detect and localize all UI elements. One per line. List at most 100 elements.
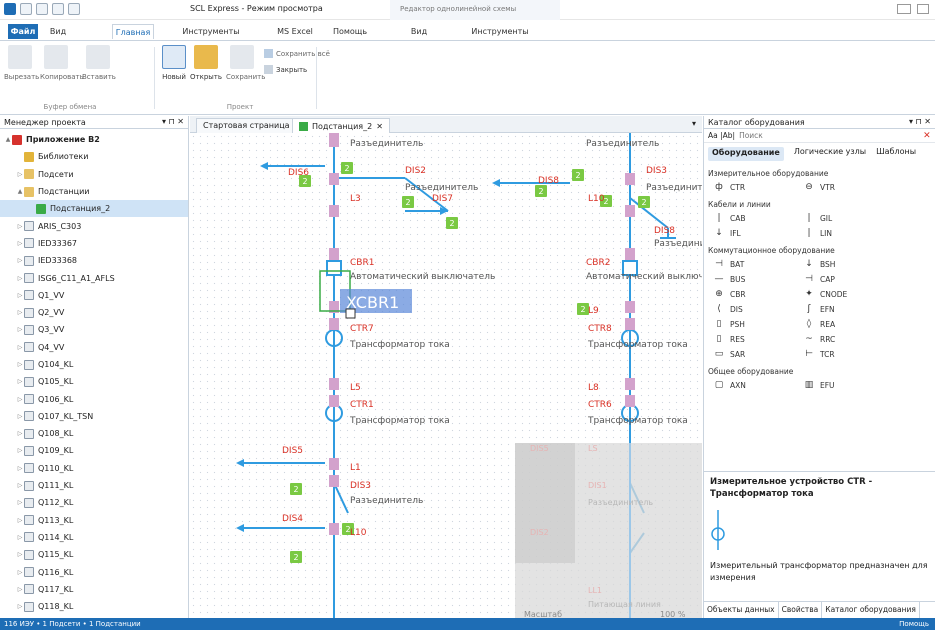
close-project-button[interactable]: Закрыть — [264, 65, 307, 74]
open-button[interactable]: Открыть — [190, 45, 222, 81]
catalog-item[interactable]: ▥ EFU — [804, 380, 894, 390]
expand-toggle-icon[interactable]: ▷ — [16, 413, 24, 420]
save-all-button[interactable]: Сохранить всё — [264, 49, 330, 58]
expand-toggle-icon[interactable]: ▷ — [16, 499, 24, 506]
expand-toggle-icon[interactable]: ▷ — [16, 517, 24, 524]
catalog-item[interactable]: ʃ EFN — [804, 304, 894, 314]
expand-toggle-icon[interactable]: ▷ — [16, 257, 24, 264]
expand-toggle-icon[interactable]: ▷ — [16, 534, 24, 541]
catalog-item[interactable]: — BUS — [714, 274, 804, 284]
tree-item[interactable]: ▷ Q109_KL — [0, 442, 188, 459]
catalog-item[interactable]: ▯ RES — [714, 334, 804, 344]
tab-file[interactable]: Файл — [8, 24, 38, 39]
catalog-item[interactable]: ⊢ TCR — [804, 349, 894, 359]
catalog-item[interactable]: ▭ SAR — [714, 349, 804, 359]
tab-excel[interactable]: MS Excel — [272, 24, 318, 39]
tree-item[interactable]: Библиотеки — [0, 148, 188, 165]
search-input[interactable] — [739, 131, 920, 140]
catalog-item[interactable]: | GIL — [804, 213, 894, 223]
tree-item[interactable]: ▷ Q1_VV — [0, 287, 188, 304]
tab-equipment-catalog[interactable]: Каталог оборудования — [822, 602, 920, 618]
expand-toggle-icon[interactable]: ▷ — [16, 378, 24, 385]
tree-item[interactable]: ▷ IED33368 — [0, 252, 188, 269]
minimize-button[interactable] — [897, 4, 911, 14]
tree-item[interactable]: ▷ Q4_VV — [0, 339, 188, 356]
tree-item[interactable]: Подстанция_2 — [0, 200, 188, 218]
tabs-menu-icon[interactable]: ▾ — [692, 119, 696, 128]
tab-tools[interactable]: Инструменты — [182, 24, 240, 39]
minimap[interactable]: DIS5 LS DIS1 Разъединитель DIS2 LL1 Пита… — [515, 443, 702, 618]
tab-templates[interactable]: Шаблоны — [876, 147, 916, 161]
tab-logical-nodes[interactable]: Логические узлы — [794, 147, 866, 161]
tree-item[interactable]: ▷ Q3_VV — [0, 321, 188, 338]
expand-toggle-icon[interactable]: ▲ — [4, 136, 12, 143]
expand-toggle-icon[interactable]: ▷ — [16, 240, 24, 247]
tree-item[interactable]: ▷ Подсети — [0, 166, 188, 183]
redo-icon[interactable] — [36, 3, 48, 15]
tree-item[interactable]: ▷ Q107_KL_TSN — [0, 408, 188, 425]
tab-view[interactable]: Вид — [44, 24, 72, 39]
catalog-item[interactable]: ⊕ CBR — [714, 289, 804, 299]
tree-item[interactable]: ▷ ISG6_C11_A1_AFLS — [0, 269, 188, 286]
tree-item[interactable]: ▷ Q105_KL — [0, 373, 188, 390]
search-options[interactable]: Aa |Ab| — [708, 131, 735, 140]
expand-toggle-icon[interactable]: ▷ — [16, 586, 24, 593]
new-button[interactable]: Новый — [158, 45, 190, 81]
cut-button[interactable]: Вырезать — [4, 45, 39, 81]
close-icon[interactable]: ✕ — [376, 120, 383, 133]
tree-item[interactable]: ▷ Q115_KL — [0, 546, 188, 563]
undo-icon[interactable] — [20, 3, 32, 15]
maximize-button[interactable] — [917, 4, 929, 14]
expand-toggle-icon[interactable]: ▷ — [16, 361, 24, 368]
paste-button[interactable]: Вставить — [82, 45, 116, 81]
expand-toggle-icon[interactable]: ▷ — [16, 482, 24, 489]
tree-item[interactable]: ▷ Q2_VV — [0, 304, 188, 321]
expand-toggle-icon[interactable]: ▷ — [16, 275, 24, 282]
expand-toggle-icon[interactable]: ▷ — [16, 551, 24, 558]
help-link[interactable]: Помощь — [899, 618, 929, 630]
tab-start-page[interactable]: Стартовая страница — [196, 118, 297, 133]
expand-toggle-icon[interactable]: ▷ — [16, 309, 24, 316]
tab-help[interactable]: Помощь — [330, 24, 370, 39]
tree-item[interactable]: ▷ Q113_KL — [0, 512, 188, 529]
tree-item[interactable]: ▷ ARIS_C303 — [0, 217, 188, 234]
save-icon[interactable] — [52, 3, 64, 15]
tree-item[interactable]: ▷ Q111_KL — [0, 477, 188, 494]
catalog-item[interactable]: ⊣ CAP — [804, 274, 894, 284]
expand-toggle-icon[interactable]: ▷ — [16, 292, 24, 299]
single-line-diagram[interactable]: 2 2 2 2 2 2 2 2 2 2 2 2 DIS6 DIS2 L3 DIS… — [190, 133, 702, 618]
tree-item[interactable]: ▷ Q117_KL — [0, 581, 188, 598]
catalog-item[interactable]: ⟨ DIS — [714, 304, 804, 314]
catalog-item[interactable]: ▯ PSH — [714, 319, 804, 329]
tab-substation[interactable]: Подстанция_2 ✕ — [292, 118, 390, 133]
catalog-item[interactable]: ✦ CNODE — [804, 289, 894, 299]
catalog-item[interactable]: | LIN — [804, 228, 894, 238]
tab-context-tools[interactable]: Инструменты — [470, 24, 530, 39]
tree-item[interactable]: ▷ Q118_KL — [0, 598, 188, 615]
expand-toggle-icon[interactable]: ▷ — [16, 569, 24, 576]
expand-toggle-icon[interactable]: ▷ — [16, 430, 24, 437]
tree-item[interactable]: ▷ Q104_KL — [0, 356, 188, 373]
tree-item[interactable]: ▲ Подстанции — [0, 183, 188, 200]
expand-toggle-icon[interactable]: ▷ — [16, 396, 24, 403]
catalog-item[interactable]: ▢ AXN — [714, 380, 804, 390]
tree-item[interactable]: ▷ Q114_KL — [0, 529, 188, 546]
tree-item[interactable]: ▷ Q108_KL — [0, 425, 188, 442]
panel-controls[interactable]: ▾ ⊓ ✕ — [162, 117, 184, 126]
panel-controls[interactable]: ▾ ⊓ ✕ — [909, 117, 931, 126]
tab-properties[interactable]: Свойства — [779, 602, 823, 618]
tree-item[interactable]: ▷ Q112_KL — [0, 494, 188, 511]
tab-home[interactable]: Главная — [112, 24, 154, 39]
copy-button[interactable]: Копировать — [40, 45, 84, 81]
tab-data-objects[interactable]: Объекты данных — [704, 602, 779, 618]
expand-toggle-icon[interactable]: ▷ — [16, 344, 24, 351]
diagram-canvas[interactable]: 2 2 2 2 2 2 2 2 2 2 2 2 DIS6 DIS2 L3 DIS… — [190, 133, 702, 618]
save-button[interactable]: Сохранить — [226, 45, 265, 81]
catalog-item[interactable]: ◊ REA — [804, 319, 894, 329]
layout-icon[interactable] — [68, 3, 80, 15]
expand-toggle-icon[interactable]: ▷ — [16, 223, 24, 230]
catalog-item[interactable]: ↓ BSH — [804, 259, 894, 269]
catalog-item[interactable]: ф CTR — [714, 182, 804, 192]
tab-context-view[interactable]: Вид — [404, 24, 434, 39]
tree-item[interactable]: ▷ Q110_KL — [0, 460, 188, 477]
